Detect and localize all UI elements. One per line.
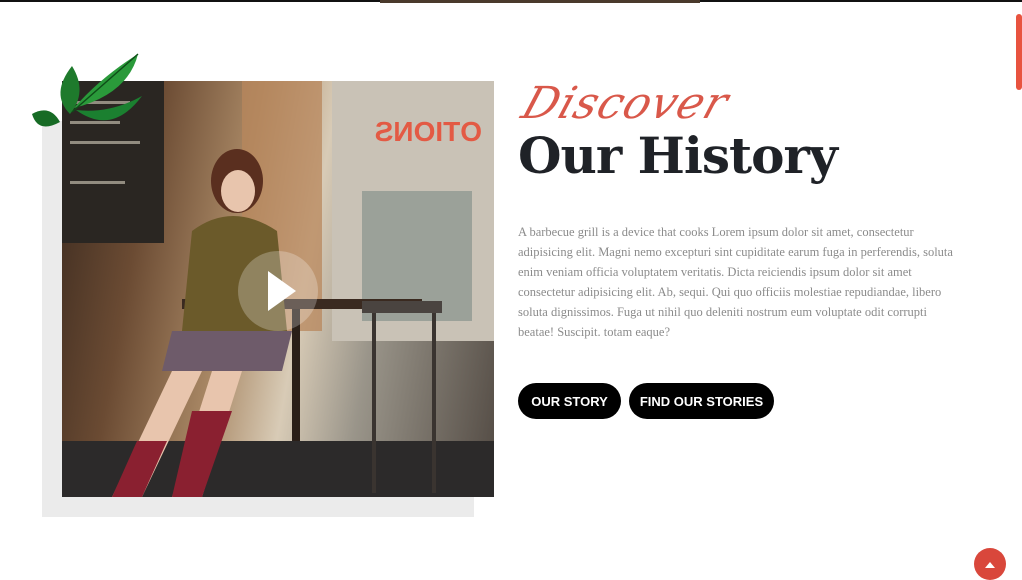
top-banner-edge bbox=[380, 0, 700, 3]
history-media: OTIONS bbox=[42, 81, 494, 517]
section-title: Our History bbox=[518, 126, 838, 185]
mint-leaves-icon bbox=[32, 53, 142, 127]
section-description: A barbecue grill is a device that cooks … bbox=[518, 225, 953, 339]
arrow-up-icon bbox=[985, 562, 995, 568]
back-to-top-button[interactable] bbox=[974, 548, 1006, 580]
our-story-button[interactable]: OUR STORY bbox=[518, 383, 621, 419]
video-play-button[interactable] bbox=[238, 251, 318, 331]
scrollbar-thumb[interactable] bbox=[1016, 14, 1022, 90]
play-icon bbox=[268, 271, 296, 311]
find-stories-button[interactable]: FIND OUR STORIES bbox=[629, 383, 774, 419]
script-title: Discover bbox=[515, 78, 736, 129]
svg-text:OTIONS: OTIONS bbox=[375, 116, 482, 147]
